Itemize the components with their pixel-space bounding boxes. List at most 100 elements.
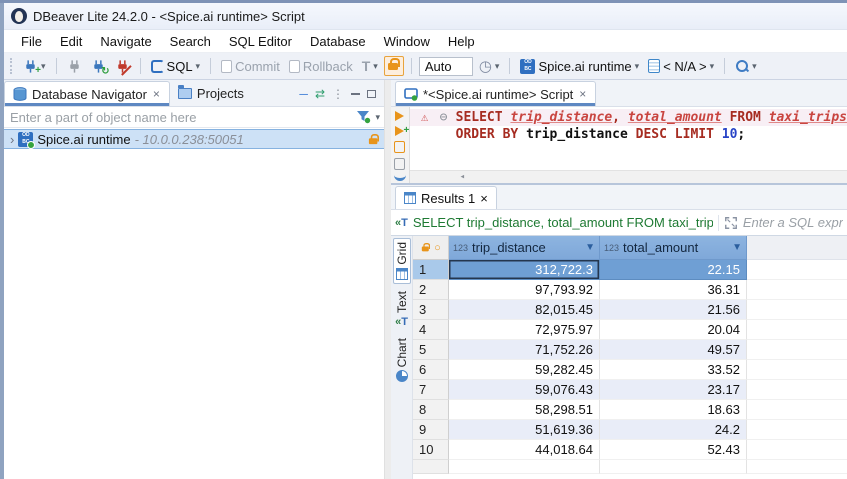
database-icon [13, 87, 27, 101]
transaction-icon: T [362, 58, 371, 74]
execute-script-button[interactable] [394, 141, 405, 153]
row-number[interactable]: 6 [413, 360, 449, 380]
cell-trip-distance[interactable]: 71,752.26 [449, 340, 600, 360]
cell-trip-distance[interactable]: 97,793.92 [449, 280, 600, 300]
expand-chevron-icon[interactable]: › [10, 132, 14, 147]
row-number[interactable]: 5 [413, 340, 449, 360]
commit-mode-combo[interactable]: Auto [419, 57, 473, 76]
cell-trip-distance[interactable]: 72,975.97 [449, 320, 600, 340]
minimize-view-icon[interactable] [351, 92, 360, 95]
grid-icon [404, 192, 416, 204]
fold-icon[interactable]: ⊖ [440, 109, 456, 126]
chevron-down-icon: ▾ [635, 62, 640, 71]
disconnect-button[interactable] [112, 57, 133, 76]
script-button[interactable] [394, 158, 405, 170]
filter-funnel-icon[interactable] [356, 110, 371, 124]
cell-trip-distance[interactable]: 59,076.43 [449, 380, 600, 400]
explain-plan-icon[interactable] [394, 175, 406, 181]
filter-caret-icon[interactable]: ▼ [732, 242, 742, 253]
execute-new-tab-button[interactable]: + [395, 126, 404, 136]
chevron-down-icon[interactable]: ▾ [375, 113, 380, 122]
lock-icon [369, 133, 379, 144]
cell-total-amount[interactable]: 24.2 [600, 420, 747, 440]
cell-total-amount[interactable]: 21.56 [600, 300, 747, 320]
cell-total-amount[interactable]: 52.43 [600, 440, 747, 460]
row-number[interactable]: 1 [413, 260, 449, 280]
row-number[interactable]: 3 [413, 300, 449, 320]
tab-grid[interactable]: Grid [393, 238, 411, 284]
row-number[interactable]: 9 [413, 420, 449, 440]
scroll-left-icon: ◂ [460, 172, 465, 182]
panel-splitter[interactable] [384, 80, 391, 479]
transaction-log-button[interactable]: ◷ ▾ [476, 57, 503, 76]
active-connection-selector[interactable]: ODBC Spice.ai runtime ▾ [517, 57, 642, 76]
connect-button[interactable] [64, 57, 85, 76]
view-menu-icon[interactable]: ⋮ [332, 88, 344, 100]
collapse-all-icon[interactable]: ─ [299, 88, 308, 100]
cell-total-amount[interactable]: 49.57 [600, 340, 747, 360]
search-button[interactable]: ▾ [732, 57, 760, 75]
grid-corner-cell[interactable]: ○ [413, 236, 449, 260]
tab-sql-script[interactable]: *<Spice.ai runtime> Script × [395, 81, 596, 106]
sql-bracket-icon [151, 60, 164, 73]
cell-total-amount[interactable]: 18.63 [600, 400, 747, 420]
reconnect-button[interactable]: ↻ [88, 57, 109, 76]
cell-total-amount[interactable]: 20.04 [600, 320, 747, 340]
tab-text[interactable]: Text «T [394, 288, 410, 331]
menu-search[interactable]: Search [161, 30, 220, 52]
results-querybar: «T SELECT trip_distance, total_amount FR… [391, 210, 847, 236]
menu-edit[interactable]: Edit [51, 30, 91, 52]
active-database-selector[interactable]: < N/A > ▾ [645, 57, 717, 76]
cell-total-amount[interactable]: 33.52 [600, 360, 747, 380]
tab-results-1[interactable]: Results 1 × [395, 186, 497, 209]
maximize-view-icon[interactable] [367, 90, 376, 98]
warning-icon: ⚠ [421, 110, 428, 124]
expand-icon[interactable] [724, 216, 738, 230]
search-icon [735, 59, 749, 73]
row-number[interactable]: 4 [413, 320, 449, 340]
menu-database[interactable]: Database [301, 30, 375, 52]
close-icon[interactable]: × [480, 191, 488, 206]
close-icon[interactable]: × [578, 87, 587, 101]
new-connection-button[interactable]: + ▾ [20, 57, 49, 76]
cell-trip-distance[interactable]: 44,018.64 [449, 440, 600, 460]
cell-total-amount[interactable]: 22.15 [600, 260, 747, 280]
readonly-lock-button[interactable] [384, 56, 404, 76]
cell-trip-distance[interactable]: 59,282.45 [449, 360, 600, 380]
menu-file[interactable]: File [12, 30, 51, 52]
rollback-button[interactable]: Rollback [286, 57, 356, 76]
code-area[interactable]: ⚠ ⊖ SELECT trip_distance, total_amount F… [410, 107, 847, 183]
tab-database-navigator[interactable]: Database Navigator × [4, 81, 170, 106]
row-number[interactable]: 8 [413, 400, 449, 420]
column-header-total-amount[interactable]: 123 total_amount ▼ [600, 236, 747, 260]
row-number[interactable]: 10 [413, 440, 449, 460]
cell-trip-distance[interactable]: 51,619.36 [449, 420, 600, 440]
menu-help[interactable]: Help [439, 30, 484, 52]
numeric-type-icon: 123 [453, 243, 468, 253]
execute-statement-button[interactable] [395, 111, 404, 121]
result-filter-input[interactable] [743, 215, 843, 230]
link-editor-icon[interactable]: ⇄ [315, 88, 325, 100]
filter-caret-icon[interactable]: ▼ [585, 242, 595, 253]
sql-editor-button[interactable]: SQL ▾ [148, 57, 204, 76]
database-file-icon [648, 59, 660, 73]
cell-trip-distance[interactable]: 58,298.51 [449, 400, 600, 420]
row-number[interactable]: 7 [413, 380, 449, 400]
cell-trip-distance[interactable]: 82,015.45 [449, 300, 600, 320]
close-icon[interactable]: × [152, 87, 161, 101]
tree-item-connection[interactable]: › ODBC Spice.ai runtime - 10.0.0.238:500… [4, 129, 384, 149]
commit-button[interactable]: Commit [218, 57, 283, 76]
tab-chart[interactable]: Chart [394, 335, 410, 385]
menu-sql-editor[interactable]: SQL Editor [220, 30, 301, 52]
column-header-trip-distance[interactable]: 123 trip_distance ▼ [449, 236, 600, 260]
cell-trip-distance[interactable]: 312,722.3 [449, 260, 600, 280]
cell-total-amount[interactable]: 36.31 [600, 280, 747, 300]
transaction-mode-button[interactable]: T ▾ [359, 56, 381, 76]
menu-navigate[interactable]: Navigate [91, 30, 160, 52]
menu-window[interactable]: Window [375, 30, 439, 52]
object-filter-input[interactable] [10, 110, 352, 125]
tab-projects[interactable]: Projects [170, 81, 252, 106]
editor-hscrollbar[interactable]: ◂ [410, 170, 847, 183]
row-number[interactable]: 2 [413, 280, 449, 300]
cell-total-amount[interactable]: 23.17 [600, 380, 747, 400]
